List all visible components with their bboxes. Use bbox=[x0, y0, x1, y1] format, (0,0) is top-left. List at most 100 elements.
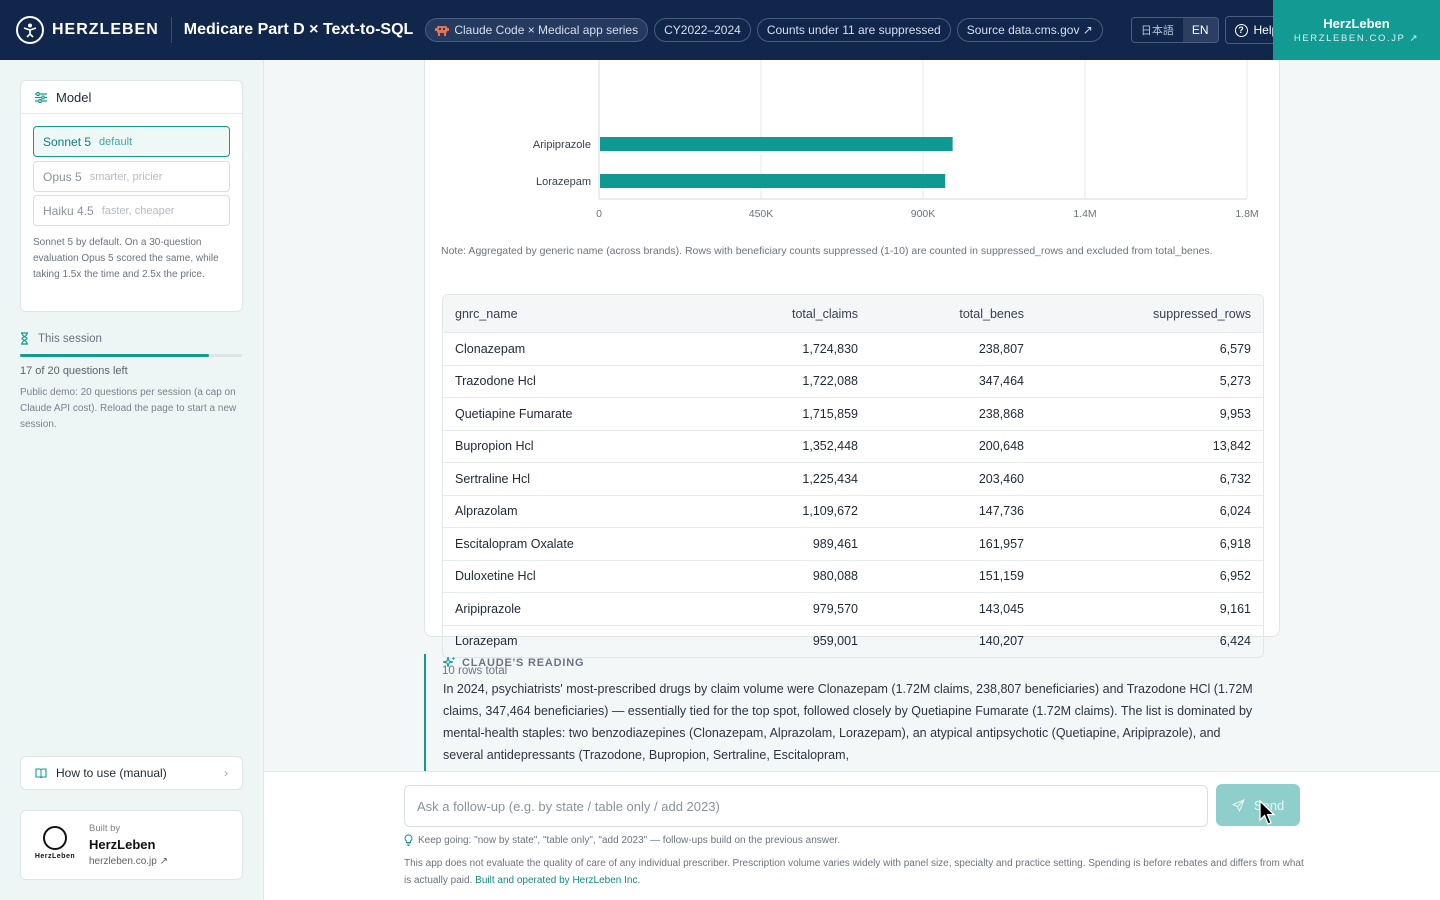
model-option-name: Haiku 4.5 bbox=[43, 203, 94, 218]
table-cell: 200,648 bbox=[978, 439, 1024, 454]
table-cell: Bupropion Hcl bbox=[455, 439, 534, 454]
session-note: Public demo: 20 questions per session (a… bbox=[20, 387, 237, 430]
book-icon bbox=[35, 768, 47, 778]
followup-input[interactable]: Ask a follow-up (e.g. by state / table o… bbox=[404, 785, 1208, 827]
chevron-right-icon: › bbox=[224, 766, 228, 780]
built-by-url[interactable]: herzleben.co.jp ↗ bbox=[89, 856, 168, 867]
send-button[interactable]: Send bbox=[1216, 784, 1300, 826]
table-row: Lorazepam 959,001 140,207 6,424 bbox=[443, 624, 1263, 658]
table-cell: 161,957 bbox=[978, 536, 1024, 551]
reading-text: In 2024, psychiatrists' most-prescribed … bbox=[443, 682, 1253, 762]
table-cell: 979,570 bbox=[812, 601, 858, 616]
table-cell: 6,918 bbox=[1219, 536, 1251, 551]
series-badge-label: Claude Code × Medical app series bbox=[454, 23, 639, 37]
reading-header: CLAUDE'S READING bbox=[443, 656, 584, 669]
table-cell: Trazodone Hcl bbox=[455, 374, 536, 389]
sidebar: Model Sonnet 5 default Opus 5 smarter, p… bbox=[0, 60, 264, 900]
table-cell: 143,045 bbox=[978, 601, 1024, 616]
table-cell: 5,273 bbox=[1219, 374, 1251, 389]
logo-text: HERZLEBEN bbox=[52, 21, 159, 38]
column-header-suppressed_rows: suppressed_rows bbox=[1153, 306, 1251, 321]
source-link-label: Source data.cms.gov ↗ bbox=[966, 23, 1093, 37]
model-title: Model bbox=[56, 89, 92, 105]
table-row: Trazodone Hcl 1,722,088 347,464 5,273 bbox=[443, 364, 1263, 398]
table-cell: Escitalopram Oxalate bbox=[455, 536, 574, 551]
table-cell: 9,161 bbox=[1219, 601, 1251, 616]
questions-progress-fill bbox=[20, 354, 209, 357]
table-cell: Alprazolam bbox=[455, 504, 518, 519]
table-row: Duloxetine Hcl 980,088 151,159 6,952 bbox=[443, 559, 1263, 593]
language-switcher: 日本語 EN bbox=[1130, 17, 1219, 43]
column-header-gnrc_name: gnrc_name bbox=[455, 306, 518, 321]
model-option-opus[interactable]: Opus 5 smarter, pricier bbox=[33, 161, 230, 192]
paper-plane-icon bbox=[1231, 798, 1245, 812]
table-cell: 1,715,859 bbox=[802, 406, 858, 421]
lightbulb-icon bbox=[404, 834, 413, 846]
questions-left: 17 of 20 questions left bbox=[20, 365, 128, 377]
disclaimer: This app does not evaluate the quality o… bbox=[404, 855, 1304, 889]
table-cell: Clonazepam bbox=[455, 341, 526, 356]
table-cell: 9,953 bbox=[1219, 406, 1251, 421]
table-cell: Sertraline Hcl bbox=[455, 471, 531, 486]
x-tick-label: 900K bbox=[911, 208, 936, 220]
table-cell: Duloxetine Hcl bbox=[455, 569, 536, 584]
model-option-sub: smarter, pricier bbox=[89, 170, 163, 183]
table-cell: 203,460 bbox=[978, 471, 1024, 486]
model-option-sonnet[interactable]: Sonnet 5 default bbox=[33, 126, 230, 157]
manual-button[interactable]: How to use (manual) › bbox=[20, 756, 243, 790]
built-by-card[interactable]: HerzLeben Built by HerzLeben herzleben.c… bbox=[20, 810, 243, 880]
table-cell: 347,464 bbox=[978, 374, 1024, 389]
result-note: Note: Aggregated by generic name (across… bbox=[441, 245, 1213, 257]
manual-label: How to use (manual) bbox=[56, 766, 167, 780]
hourglass-icon bbox=[20, 332, 29, 345]
table-cell: Aripiprazole bbox=[455, 601, 522, 616]
model-option-sub: default bbox=[99, 135, 133, 148]
lang-ja-button[interactable]: 日本語 bbox=[1132, 18, 1183, 42]
table-cell: 1,109,672 bbox=[802, 504, 858, 519]
bar-chart: 0 450K 900K 1.4M 1.8M Aripiprazole Lorazepam bbox=[533, 60, 1259, 220]
app-title: Medicare Part D × Text-to-SQL bbox=[183, 21, 414, 38]
model-option-name: Sonnet 5 bbox=[43, 134, 92, 149]
table-cell: Quetiapine Fumarate bbox=[455, 406, 573, 421]
x-tick-label: 1.8M bbox=[1235, 208, 1258, 220]
table-row: Escitalopram Oxalate 989,461 161,957 6,918 bbox=[443, 527, 1263, 560]
source-link[interactable]: Source data.cms.gov ↗ bbox=[956, 18, 1103, 42]
table-row: Sertraline Hcl 1,225,434 203,460 6,732 bbox=[443, 462, 1263, 495]
app-logo[interactable]: HERZLEBEN bbox=[16, 16, 159, 44]
table-cell: 13,842 bbox=[1212, 439, 1251, 454]
model-option-sub: faster, cheaper bbox=[101, 204, 175, 217]
main-panel: 0 450K 900K 1.4M 1.8M Aripiprazole Lorazepam N… bbox=[264, 60, 1440, 771]
suppression-label: Counts under 11 are suppressed bbox=[766, 23, 941, 37]
table-cell: 1,352,448 bbox=[802, 439, 858, 454]
table-cell: 1,722,088 bbox=[802, 374, 858, 389]
x-tick-label: 0 bbox=[596, 208, 602, 220]
brand-url: HERZLEBEN.CO.JP ↗ bbox=[1293, 33, 1420, 44]
brand-link[interactable]: HerzLeben HERZLEBEN.CO.JP ↗ bbox=[1273, 0, 1440, 60]
top-bar: HERZLEBEN Medicare Part D × Text-to-SQL … bbox=[0, 0, 1440, 60]
table-cell: 980,088 bbox=[812, 569, 858, 584]
operator-link[interactable]: Built and operated by HerzLeben Inc. bbox=[475, 875, 640, 886]
herzleben-figure-icon bbox=[16, 16, 44, 44]
herzleben-logo: HerzLeben bbox=[33, 826, 77, 868]
result-card: 0 450K 900K 1.4M 1.8M Aripiprazole Lorazepam N… bbox=[424, 60, 1280, 677]
model-option-haiku[interactable]: Haiku 4.5 faster, cheaper bbox=[33, 195, 230, 226]
table-row: Alprazolam 1,109,672 147,736 6,024 bbox=[443, 494, 1263, 528]
x-tick-label: 450K bbox=[749, 208, 774, 220]
table-row: Clonazepam 1,724,830 238,807 6,579 bbox=[443, 332, 1263, 365]
model-card: Model Sonnet 5 default Opus 5 smarter, p… bbox=[20, 80, 243, 312]
composer: Ask a follow-up (e.g. by state / table o… bbox=[264, 771, 1440, 900]
table-cell: 6,952 bbox=[1219, 569, 1251, 584]
claude-reading: CLAUDE'S READING In 2024, psychiatrists'… bbox=[424, 654, 1280, 771]
table-row: Quetiapine Fumarate 1,715,859 238,868 9,953 bbox=[443, 397, 1263, 430]
series-badge[interactable]: Claude Code × Medical app series bbox=[425, 18, 649, 42]
lang-en-button[interactable]: EN bbox=[1182, 18, 1218, 42]
y-category-label: Lorazepam bbox=[536, 176, 591, 188]
column-header-total_claims: total_claims bbox=[792, 306, 858, 321]
table-cell: Lorazepam bbox=[455, 634, 518, 649]
bar bbox=[600, 137, 953, 151]
question-circle-icon: ? bbox=[1234, 23, 1248, 37]
column-header-total_benes: total_benes bbox=[959, 306, 1024, 321]
table-row: Aripiprazole 979,570 143,045 9,161 bbox=[443, 592, 1263, 625]
session-label: This session bbox=[38, 332, 102, 345]
model-option-name: Opus 5 bbox=[43, 169, 82, 184]
